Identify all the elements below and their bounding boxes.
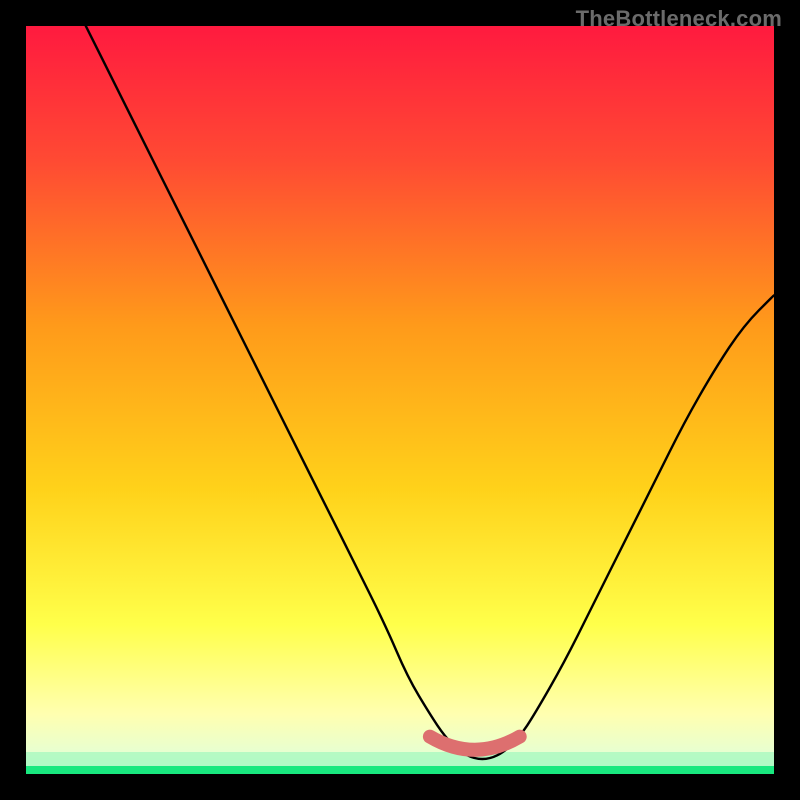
watermark-text: TheBottleneck.com <box>576 6 782 32</box>
chart-frame: TheBottleneck.com <box>0 0 800 800</box>
chart-bottom-fade <box>26 752 774 766</box>
chart-svg <box>26 26 774 774</box>
chart-plot-area <box>26 26 774 774</box>
chart-bottom-strip <box>26 766 774 774</box>
